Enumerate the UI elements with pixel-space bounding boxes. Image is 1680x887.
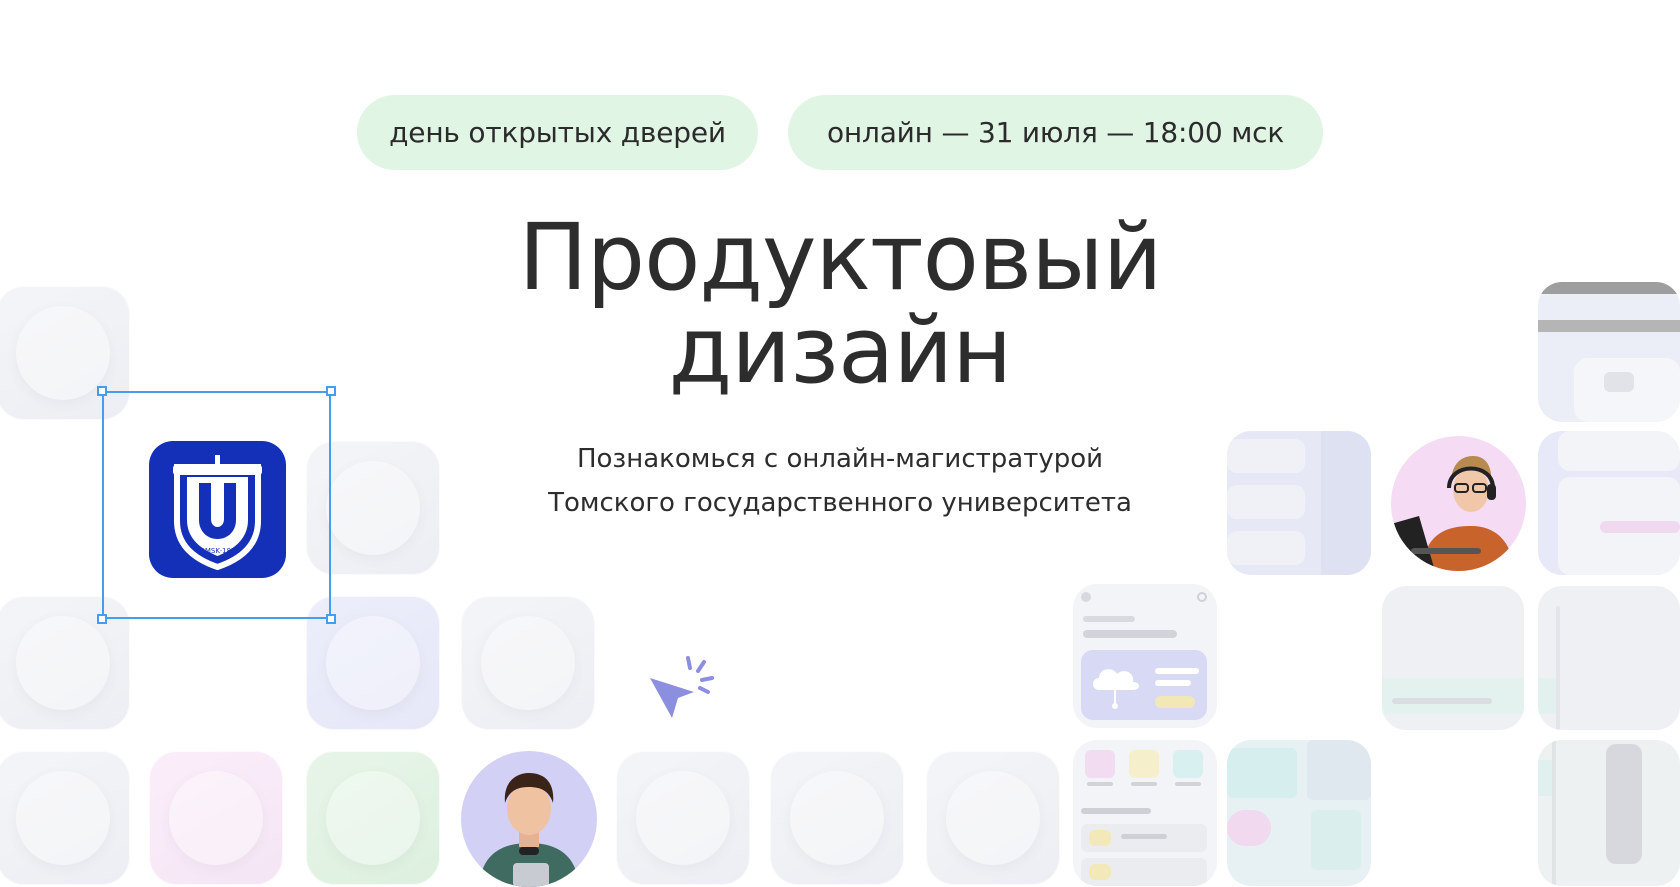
ui-mockup-card-cloud	[1073, 584, 1217, 728]
decor-tile	[149, 751, 283, 885]
resize-handle-top-right[interactable]	[326, 386, 336, 396]
resize-handle-bottom-left[interactable]	[97, 614, 107, 624]
page-title-line-2: дизайн	[668, 297, 1013, 404]
resize-handle-top-left[interactable]	[97, 386, 107, 396]
ui-mockup-card-files	[1073, 740, 1217, 886]
decor-tile	[770, 751, 904, 885]
schedule-badge-label: онлайн — 31 июля — 18:00 мск	[826, 116, 1285, 149]
university-logo: TOMSK·1878	[149, 441, 286, 578]
schedule-badge: онлайн — 31 июля — 18:00 мск	[788, 95, 1323, 170]
resize-handle-bottom-right[interactable]	[326, 614, 336, 624]
ui-mockup-card-window	[1538, 282, 1680, 422]
logo-seal-text: TOMSK·1878	[194, 547, 240, 555]
ui-mockup-card-form	[1538, 431, 1680, 575]
student-avatar-male	[461, 751, 597, 887]
cloud-icon	[1093, 669, 1139, 709]
event-badge: день открытых дверей	[357, 95, 758, 170]
ui-mockup-card-panel	[1382, 586, 1524, 730]
cursor-click-icon	[650, 656, 714, 718]
decor-tile	[616, 751, 750, 885]
ui-mockup-card-sidebar	[1538, 740, 1680, 886]
ui-mockup-card-columns	[1538, 586, 1680, 730]
decor-tile	[461, 596, 595, 730]
student-avatar-female	[1391, 436, 1526, 571]
decor-tile	[0, 751, 130, 885]
decor-tile	[306, 751, 440, 885]
ui-mockup-card-layout	[1227, 740, 1371, 886]
event-badge-label: день открытых дверей	[389, 116, 726, 149]
decor-tile	[926, 751, 1060, 885]
page-title-line-1: Продуктовый	[518, 204, 1162, 311]
ui-mockup-card-list	[1227, 431, 1371, 575]
university-logo-icon: TOMSK·1878	[173, 455, 262, 571]
